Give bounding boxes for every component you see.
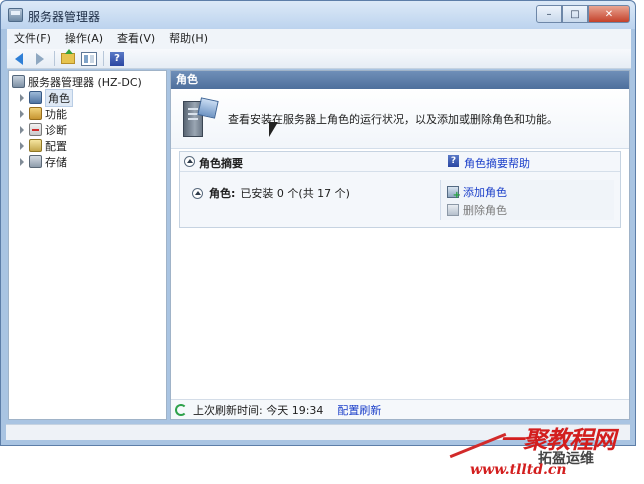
roles-installed-count: 已安装 0 个(共 17 个)	[240, 187, 350, 200]
add-roles-action[interactable]: 添加角色	[447, 184, 507, 201]
up-folder-icon	[61, 49, 75, 64]
forward-arrow-icon	[36, 52, 44, 65]
diagnostics-icon	[29, 123, 42, 136]
toolbar: ?	[7, 49, 631, 69]
tree-item-roles[interactable]: 角色	[18, 88, 73, 107]
remove-roles-action[interactable]: 删除角色	[447, 202, 507, 217]
expand-arrow-icon[interactable]	[18, 93, 26, 102]
up-level-button[interactable]	[59, 49, 77, 67]
back-button[interactable]	[10, 51, 28, 67]
tree-root-label: 服务器管理器 (HZ-DC)	[28, 75, 142, 89]
tree-item-features[interactable]: 功能	[18, 106, 67, 121]
mouse-cursor-icon	[269, 122, 278, 137]
tree-item-label: 配置	[45, 139, 67, 153]
expand-arrow-icon[interactable]	[18, 141, 26, 150]
summary-title-row: 角色摘要 ? 角色摘要帮助	[180, 152, 620, 172]
roles-summary-section: 角色摘要 ? 角色摘要帮助 角色: 已安装 0 个(共 17 个) 添加角色 删…	[179, 151, 621, 228]
window-controls: – □ ✕	[536, 5, 630, 23]
forward-button[interactable]	[31, 51, 49, 67]
remove-roles-link[interactable]: 删除角色	[463, 202, 507, 218]
roles-intro: 查看安装在服务器上角色的运行状况，以及添加或删除角色和功能。	[171, 89, 629, 149]
refresh-status-bar: 上次刷新时间: 今天 19:34 配置刷新	[171, 399, 629, 419]
toolbar-separator	[103, 51, 104, 66]
storage-icon	[29, 155, 42, 168]
refresh-icon	[175, 403, 187, 416]
server-roles-icon	[180, 97, 220, 143]
collapse-roles-icon[interactable]	[192, 187, 203, 199]
last-refresh-text: 上次刷新时间: 今天 19:34	[193, 403, 324, 417]
console-tree: 服务器管理器 (HZ-DC) 角色 功能 诊断 配置 存储	[8, 70, 167, 420]
remove-roles-icon	[447, 203, 459, 216]
show-hide-tree-button[interactable]	[80, 51, 98, 67]
tree-item-configuration[interactable]: 配置	[18, 138, 67, 153]
tree-item-label: 角色	[45, 88, 73, 107]
maximize-button[interactable]: □	[562, 5, 588, 23]
tree-item-label: 诊断	[45, 123, 67, 137]
tree-item-label: 存储	[45, 155, 67, 169]
menu-file[interactable]: 文件(F)	[7, 29, 58, 49]
roles-actions: 添加角色 删除角色	[440, 180, 614, 220]
server-manager-icon	[8, 8, 23, 22]
summary-title: 角色摘要	[199, 157, 243, 170]
expand-arrow-icon[interactable]	[18, 109, 26, 118]
roles-summary-help-link[interactable]: 角色摘要帮助	[464, 155, 530, 171]
pane-header: 角色	[171, 71, 629, 89]
add-roles-icon	[447, 185, 461, 201]
roles-status-line: 角色: 已安装 0 个(共 17 个)	[192, 185, 350, 201]
menu-bar: 文件(F) 操作(A) 查看(V) 帮助(H)	[7, 29, 631, 49]
show-tree-icon	[81, 51, 97, 66]
close-button[interactable]: ✕	[588, 5, 630, 23]
menu-help[interactable]: 帮助(H)	[162, 29, 215, 49]
expand-arrow-icon[interactable]	[18, 125, 26, 134]
configuration-icon	[29, 139, 42, 152]
watermark-logo: 一聚教程网 拓盈运维 www.tlltd.cn	[440, 418, 644, 484]
window-title: 服务器管理器	[28, 10, 101, 24]
tree-item-label: 功能	[45, 107, 67, 121]
expand-arrow-icon[interactable]	[18, 157, 26, 166]
tree-item-storage[interactable]: 存储	[18, 154, 67, 169]
tree-root-server-manager[interactable]: 服务器管理器 (HZ-DC)	[12, 74, 142, 89]
toolbar-separator	[54, 51, 55, 66]
features-icon	[29, 107, 42, 120]
minimize-button[interactable]: –	[536, 5, 562, 23]
help-icon: ?	[110, 51, 124, 66]
roles-details-pane: 角色 查看安装在服务器上角色的运行状况，以及添加或删除角色和功能。 角色摘要 ?…	[170, 70, 630, 420]
back-arrow-icon	[15, 52, 23, 65]
help-button[interactable]: ?	[108, 51, 126, 67]
roles-icon	[29, 91, 42, 104]
watermark-url: www.tlltd.cn	[470, 462, 567, 478]
tree-item-diagnostics[interactable]: 诊断	[18, 122, 67, 137]
add-roles-link[interactable]: 添加角色	[463, 184, 507, 200]
configure-refresh-link[interactable]: 配置刷新	[337, 402, 381, 418]
server-icon	[12, 75, 25, 88]
collapse-summary-icon[interactable]	[184, 156, 195, 167]
menu-action[interactable]: 操作(A)	[58, 29, 110, 49]
roles-label: 角色:	[209, 187, 236, 200]
menu-view[interactable]: 查看(V)	[110, 29, 162, 49]
help-icon: ?	[448, 155, 459, 167]
title-bar[interactable]: 服务器管理器 – □ ✕	[1, 1, 635, 29]
